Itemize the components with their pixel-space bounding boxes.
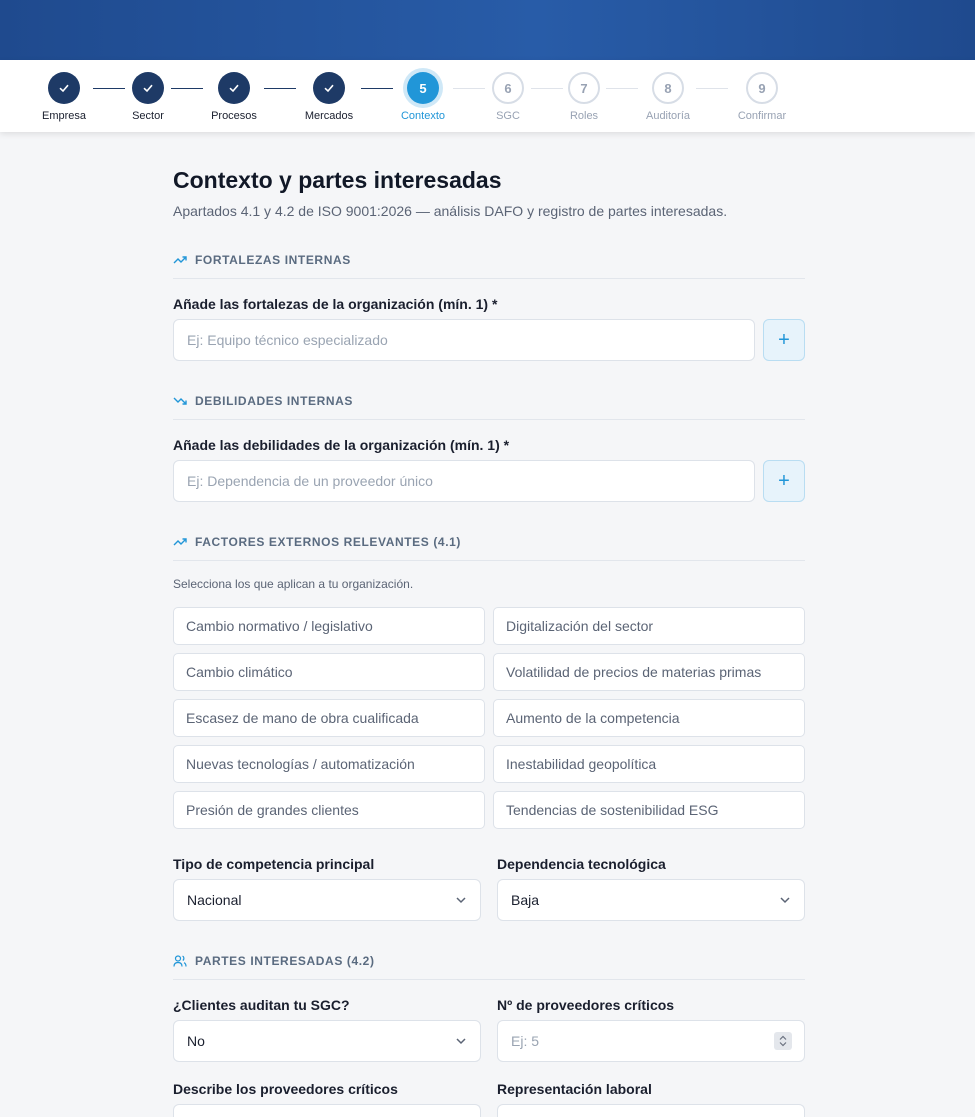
tech-dependency-label: Dependencia tecnológica [497, 856, 666, 872]
clients-audit-label: ¿Clientes auditan tu SGC? [173, 997, 350, 1013]
step-contexto[interactable]: 5 Contexto [383, 72, 463, 122]
step-mercados[interactable]: Mercados [289, 72, 369, 122]
section-title: FORTALEZAS INTERNAS [195, 253, 351, 267]
critical-suppliers-label: Nº de proveedores críticos [497, 997, 675, 1013]
users-icon [173, 955, 187, 967]
critical-suppliers-placeholder: Ej: 5 [511, 1033, 540, 1049]
step-label: Contexto [400, 110, 446, 122]
check-icon [218, 72, 250, 104]
page-subtitle: Apartados 4.1 y 4.2 de ISO 9001:2026 — a… [173, 203, 728, 219]
section-title: FACTORES EXTERNOS RELEVANTES (4.1) [195, 535, 461, 549]
spinner-arrows-icon [779, 1035, 787, 1047]
describe-suppliers-textarea[interactable] [173, 1104, 481, 1117]
factor-option[interactable]: Aumento de la competencia [493, 699, 805, 737]
competition-value: Nacional [187, 892, 242, 908]
clients-audit-select[interactable]: No [173, 1020, 481, 1062]
factor-option[interactable]: Cambio normativo / legislativo [173, 607, 485, 645]
section-title: DEBILIDADES INTERNAS [195, 394, 354, 408]
factor-option[interactable]: Inestabilidad geopolítica [493, 745, 805, 783]
strengths-section-heading: FORTALEZAS INTERNAS [173, 253, 805, 279]
external-factors-section-heading: FACTORES EXTERNOS RELEVANTES (4.1) [173, 535, 805, 561]
step-auditoria[interactable]: 8 Auditoría [628, 72, 708, 122]
factor-option[interactable]: Volatilidad de precios de materias prima… [493, 653, 805, 691]
step-procesos[interactable]: Procesos [194, 72, 274, 122]
chevron-down-icon [456, 897, 466, 904]
step-sgc[interactable]: 6 SGC [468, 72, 548, 122]
wizard-stepper: Empresa Sector Procesos Mercados 5 Conte… [0, 0, 975, 132]
labor-representation-label: Representación laboral [497, 1081, 652, 1097]
weaknesses-input[interactable] [173, 460, 755, 502]
factor-option[interactable]: Nuevas tecnologías / automatización [173, 745, 485, 783]
step-label: Roles [569, 110, 599, 122]
step-label: Auditoría [645, 110, 691, 122]
check-icon [132, 72, 164, 104]
step-number: 6 [492, 72, 524, 104]
add-strength-button[interactable]: + [763, 319, 805, 361]
tech-dependency-select[interactable]: Baja [497, 879, 805, 921]
tech-dependency-value: Baja [511, 892, 540, 908]
number-spinner[interactable] [774, 1032, 792, 1050]
step-number: 8 [652, 72, 684, 104]
critical-suppliers-input[interactable]: Ej: 5 [497, 1020, 805, 1062]
step-confirmar[interactable]: 9 Confirmar [722, 72, 802, 122]
step-label: Procesos [211, 110, 257, 122]
factor-option[interactable]: Digitalización del sector [493, 607, 805, 645]
trending-up-icon [173, 256, 187, 264]
external-factors-hint: Selecciona los que aplican a tu organiza… [173, 577, 414, 591]
trending-down-icon [173, 397, 187, 405]
step-label: Mercados [304, 110, 354, 122]
step-number: 7 [568, 72, 600, 104]
step-label: SGC [496, 110, 520, 122]
add-weakness-button[interactable]: + [763, 460, 805, 502]
clients-audit-value: No [187, 1033, 205, 1049]
section-title: PARTES INTERESADAS (4.2) [195, 954, 375, 968]
chevron-down-icon [456, 1038, 466, 1045]
page-title: Contexto y partes interesadas [173, 167, 502, 193]
weaknesses-label: Añade las debilidades de la organización… [173, 437, 510, 453]
step-empresa[interactable]: Empresa [24, 72, 104, 122]
step-number: 9 [746, 72, 778, 104]
step-number: 5 [407, 72, 439, 104]
factor-option[interactable]: Tendencias de sostenibilidad ESG [493, 791, 805, 829]
stakeholders-section-heading: PARTES INTERESADAS (4.2) [173, 954, 805, 980]
factor-option[interactable]: Cambio climático [173, 653, 485, 691]
step-label: Confirmar [737, 110, 787, 122]
step-roles[interactable]: 7 Roles [544, 72, 624, 122]
competition-label: Tipo de competencia principal [173, 856, 375, 872]
weaknesses-section-heading: DEBILIDADES INTERNAS [173, 394, 805, 420]
check-icon [313, 72, 345, 104]
factor-option[interactable]: Presión de grandes clientes [173, 791, 485, 829]
step-sector[interactable]: Sector [108, 72, 188, 122]
step-label: Sector [132, 110, 164, 122]
chevron-down-icon [780, 897, 790, 904]
strengths-label: Añade las fortalezas de la organización … [173, 296, 498, 312]
check-icon [48, 72, 80, 104]
strengths-input[interactable] [173, 319, 755, 361]
trending-up-icon [173, 538, 187, 546]
step-label: Empresa [41, 110, 87, 122]
competition-select[interactable]: Nacional [173, 879, 481, 921]
labor-representation-select[interactable] [497, 1104, 805, 1117]
describe-suppliers-label: Describe los proveedores críticos [173, 1081, 398, 1097]
factor-option[interactable]: Escasez de mano de obra cualificada [173, 699, 485, 737]
